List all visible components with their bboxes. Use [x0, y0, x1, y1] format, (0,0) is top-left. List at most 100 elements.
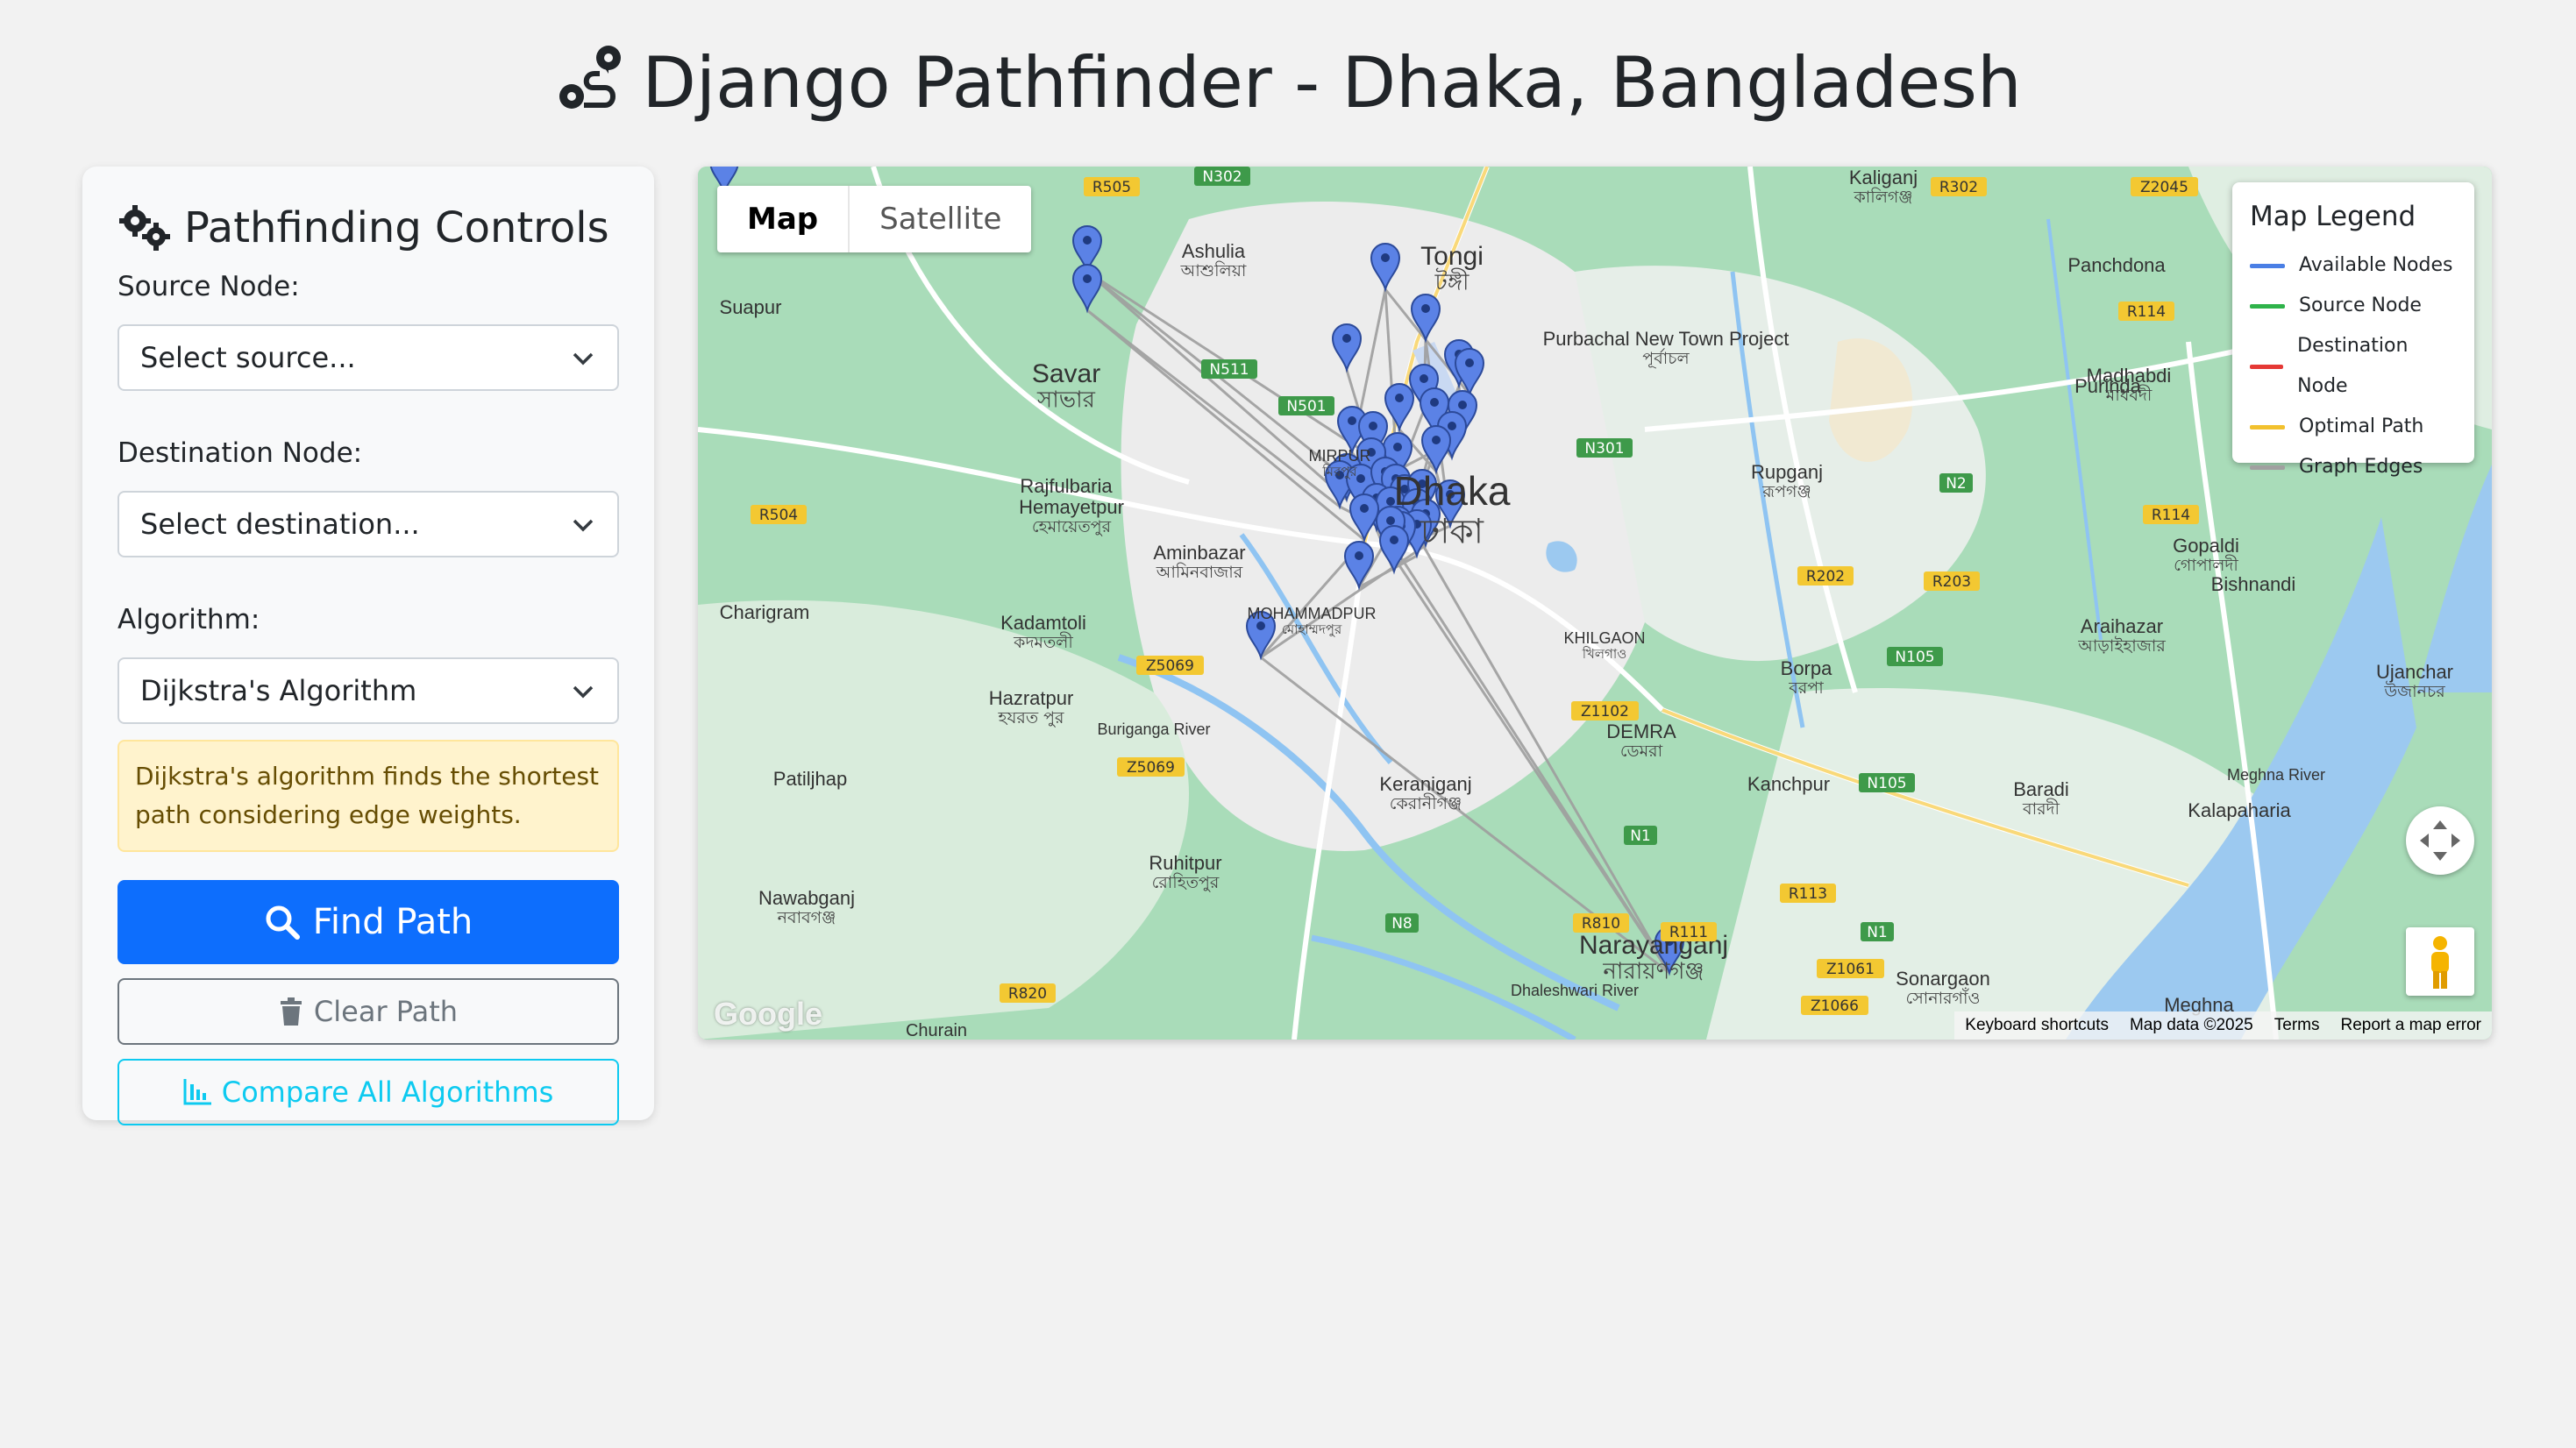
place-local-label: ঢাকা: [1420, 513, 1484, 552]
street-view-pegman-button[interactable]: [2406, 927, 2474, 996]
control-panel: Pathfinding Controls Source Node: Select…: [82, 167, 654, 1125]
place-label: Buriganga River: [1097, 720, 1210, 738]
place-local-label: উজানচর: [2383, 681, 2445, 701]
route-icon: [559, 46, 622, 109]
road-shield-label: N105: [1895, 649, 1934, 666]
place-label: Ruhitpur: [1149, 852, 1221, 874]
place-local-label: নারায়ণগঞ্জ: [1602, 959, 1704, 985]
road-shield-label: Z5069: [1146, 657, 1194, 675]
road-shield-label: Z5069: [1127, 759, 1175, 777]
legend-swatch: [2250, 424, 2285, 429]
road-shield-label: R202: [1806, 568, 1845, 586]
legend-swatch: [2250, 465, 2285, 470]
place-label: Baradi: [2013, 778, 2069, 800]
chevron-down-icon: [573, 352, 594, 366]
legend-item: Graph Edges: [2250, 447, 2457, 487]
road-shield-label: R302: [1939, 179, 1978, 196]
place-label: Churain: [906, 1021, 967, 1040]
algorithm-label: Algorithm:: [117, 604, 260, 635]
road-shield-label: R810: [1582, 915, 1620, 933]
place-local-label: কেরানীগঞ্জ: [1390, 793, 1462, 813]
legend-item: Available Nodes: [2250, 245, 2457, 286]
clear-path-button[interactable]: Clear Path: [117, 978, 619, 1045]
place-label: MOHAMMADPUR: [1248, 605, 1377, 622]
place-label: Tongi: [1420, 242, 1484, 271]
place-label: Madhabdi: [2087, 365, 2172, 387]
place-label: Borpa: [1781, 657, 1832, 679]
report-error-link[interactable]: Report a map error: [2330, 1011, 2492, 1040]
legend-label: Source Node: [2299, 295, 2422, 316]
destination-select[interactable]: Select destination...: [117, 491, 619, 557]
move-arrows-icon: [2420, 820, 2460, 861]
place-local-label: বরপা: [1788, 678, 1824, 698]
place-label: Purbachal New Town Project: [1543, 328, 1790, 350]
find-path-label: Find Path: [312, 902, 473, 942]
place-local-label: কালিগঞ্জ: [1853, 188, 1912, 207]
search-icon: [266, 905, 300, 940]
keyboard-shortcuts-link[interactable]: Keyboard shortcuts: [1954, 1011, 2119, 1040]
place-label: Aminbazar: [1153, 542, 1245, 564]
legend-item: Destination Node: [2250, 326, 2457, 407]
place-local-label: কদমতলী: [1013, 632, 1073, 652]
place-local-label: টঙ্গী: [1434, 268, 1469, 296]
place-label: Hemayetpur: [1019, 496, 1124, 518]
place-label: Rupganj: [1751, 461, 1823, 483]
place-label: Dhaka: [1394, 468, 1511, 514]
chevron-down-icon: [573, 685, 594, 699]
place-label: Panchdona: [2067, 254, 2166, 276]
place-label: Savar: [1032, 359, 1100, 388]
road-shield-label: Z1066: [1811, 997, 1859, 1015]
place-label: Sonargaon: [1896, 968, 1990, 990]
place-label: Kadamtoli: [1000, 612, 1086, 634]
algorithm-info: Dijkstra's algorithm finds the shortest …: [117, 740, 619, 852]
place-label: Meghna River: [2227, 766, 2325, 784]
place-label: Bishnandi: [2211, 573, 2296, 595]
road-shield-label: R111: [1669, 924, 1708, 941]
map-type-control: Map Satellite: [717, 186, 1032, 252]
place-local-label: বারদী: [2022, 799, 2060, 819]
place-local-label: পূর্বাচল: [1642, 348, 1690, 368]
place-local-label: মাধবদী: [2105, 385, 2153, 405]
terms-link[interactable]: Terms: [2264, 1011, 2330, 1040]
place-label: Gopaldi: [2173, 535, 2239, 557]
panel-title-text: Pathfinding Controls: [184, 203, 609, 252]
place-label: Ashulia: [1182, 240, 1246, 262]
legend-swatch: [2250, 364, 2284, 369]
road-shield-label: R505: [1092, 179, 1131, 196]
page-title: Django Pathfinder - Dhaka, Bangladesh: [0, 35, 2576, 131]
place-local-label: নবাবগঞ্জ: [777, 908, 836, 927]
place-label: Rajfulbaria: [1020, 475, 1113, 497]
place-label: Ujanchar: [2376, 661, 2453, 683]
source-select[interactable]: Select source...: [117, 324, 619, 391]
road-shield-label: N2: [1946, 475, 1967, 493]
algorithm-select-value: Dijkstra's Algorithm: [140, 674, 417, 707]
place-local-label: খিলগাও: [1582, 646, 1627, 662]
pegman-icon: [2431, 936, 2449, 989]
map-type-map-button[interactable]: Map: [717, 186, 848, 252]
map-base[interactable]: Tongiটঙ্গীSavarসাভারDhakaঢাকাNarayanganj…: [698, 167, 2492, 1040]
place-local-label: আমিনবাজার: [1156, 563, 1243, 582]
source-label: Source Node:: [117, 271, 300, 302]
place-label: Hazratpur: [989, 687, 1074, 709]
find-path-button[interactable]: Find Path: [117, 880, 619, 964]
place-local-label: আশুলিয়া: [1180, 261, 1247, 280]
road-shield-label: N302: [1202, 168, 1242, 186]
map-type-satellite-button[interactable]: Satellite: [848, 186, 1031, 252]
place-local-label: রোহিতপুর: [1152, 873, 1220, 892]
place-label: DEMRA: [1606, 720, 1676, 742]
road-shield-label: Z1102: [1581, 703, 1629, 720]
place-local-label: হেমায়েতপুর: [1032, 517, 1112, 536]
road-shield-label: N501: [1286, 398, 1326, 415]
place-label: Araihazar: [2081, 615, 2163, 637]
road-shield-label: N1: [1630, 827, 1651, 845]
place-local-label: গোপালদী: [2174, 555, 2238, 575]
bar-chart-icon: [183, 1079, 211, 1105]
place-label: Charigram: [720, 601, 810, 623]
compare-algorithms-button[interactable]: Compare All Algorithms: [117, 1059, 619, 1125]
road-shield-label: N1: [1867, 924, 1888, 941]
algorithm-select[interactable]: Dijkstra's Algorithm: [117, 657, 619, 724]
camera-control-button[interactable]: [2406, 806, 2474, 875]
map-canvas[interactable]: Tongi টঙ্গী Savar সাভার Dhaka ঢাকা Narayanganj…: [698, 167, 2492, 1040]
place-label: Kaliganj: [1849, 167, 1918, 188]
place-label: MIRPUR: [1309, 447, 1371, 465]
